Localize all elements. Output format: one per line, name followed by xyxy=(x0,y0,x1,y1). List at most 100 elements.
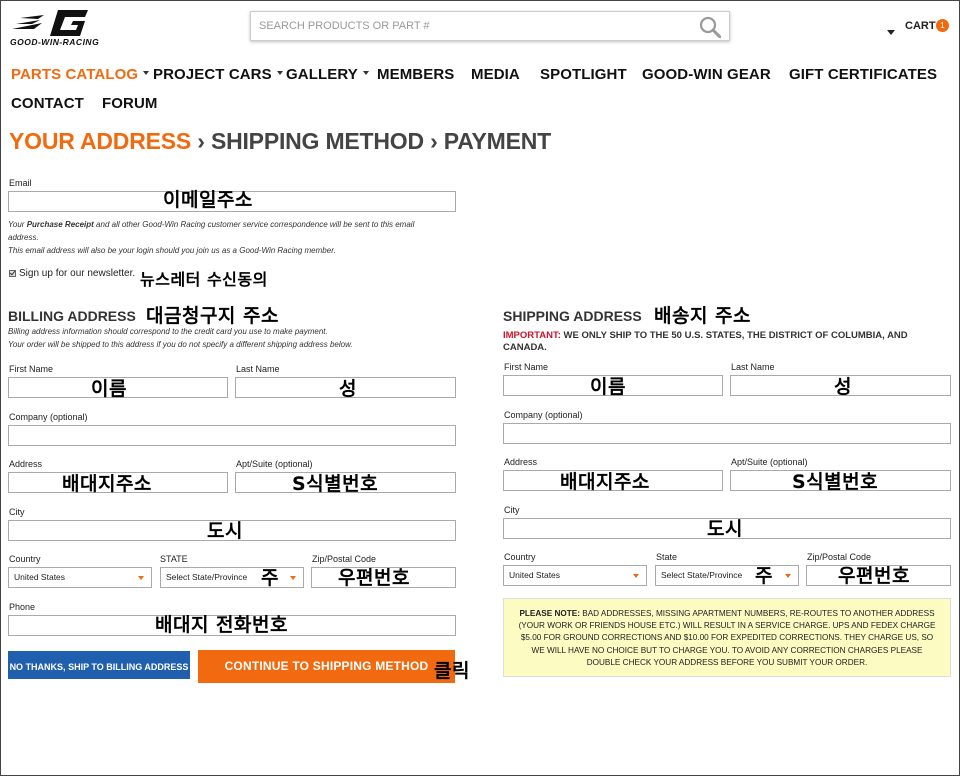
billing-first-name-annotation: 이름 xyxy=(91,378,127,400)
logo-g-icon xyxy=(12,10,88,36)
nav-label: GALLERY xyxy=(286,66,358,83)
breadcrumb-shipping-method: SHIPPING METHOD xyxy=(210,128,424,154)
select-value: Select State/Province xyxy=(166,572,248,582)
billing-address-title: BILLING ADDRESS xyxy=(8,308,136,324)
continue-annotation: 클릭 xyxy=(434,660,470,682)
search-icon[interactable] xyxy=(699,16,721,38)
shipping-company-field[interactable] xyxy=(503,423,951,444)
nav-parts-catalog[interactable]: PARTS CATALOG xyxy=(11,66,150,83)
shipping-state-select[interactable]: Select State/Province xyxy=(655,565,799,586)
logo-text: GOOD-WIN-RACING xyxy=(10,37,100,47)
shipping-important-note: IMPORTANT: WE ONLY SHIP TO THE 50 U.S. S… xyxy=(503,330,923,354)
nav-label: PARTS CATALOG xyxy=(11,66,139,83)
chevron-down-icon xyxy=(633,574,639,578)
nav-media[interactable]: MEDIA xyxy=(471,66,520,83)
billing-apt-label: Apt/Suite (optional) xyxy=(236,459,313,469)
search-input[interactable] xyxy=(251,12,681,40)
shipping-address-title: SHIPPING ADDRESS xyxy=(503,308,642,324)
important-label: IMPORTANT: xyxy=(503,330,561,341)
nav-project-cars[interactable]: PROJECT CARS xyxy=(153,66,283,83)
shipping-state-annotation: 주 xyxy=(755,565,773,587)
breadcrumb-your-address: YOUR ADDRESS xyxy=(9,128,192,154)
billing-state-select[interactable]: Select State/Province xyxy=(160,567,304,588)
billing-annotation: 대금청구지 주소 xyxy=(146,305,279,327)
billing-note-line2: Your order will be shipped to this addre… xyxy=(8,340,353,349)
nav-gift-certificates[interactable]: GIFT CERTIFICATES xyxy=(789,66,937,83)
cart-count-badge: 1 xyxy=(936,19,949,32)
breadcrumb-separator: › xyxy=(430,128,438,154)
billing-phone-annotation: 배대지 전화번호 xyxy=(155,614,288,636)
billing-phone-label: Phone xyxy=(9,602,36,612)
billing-address-annotation: 배대지주소 xyxy=(62,473,152,495)
shipping-address-annotation: 배대지주소 xyxy=(560,471,650,493)
billing-state-label: STATE xyxy=(160,554,188,564)
email-note-line2: address. xyxy=(8,233,39,242)
nav-members[interactable]: MEMBERS xyxy=(377,66,454,83)
important-text: WE ONLY SHIP TO THE 50 U.S. STATES, THE … xyxy=(503,330,908,353)
nav-forum[interactable]: FORUM xyxy=(102,95,158,112)
billing-city-annotation: 도시 xyxy=(207,520,243,542)
shipping-annotation: 배송지 주소 xyxy=(654,305,752,327)
email-label: Email xyxy=(9,178,32,188)
billing-company-label: Company (optional) xyxy=(9,412,88,422)
billing-country-select[interactable]: United States xyxy=(8,567,152,588)
nav-gallery[interactable]: GALLERY xyxy=(286,66,369,83)
shipping-city-label: City xyxy=(504,505,520,515)
billing-zip-annotation: 우편번호 xyxy=(338,567,410,589)
chevron-down-icon xyxy=(138,576,144,580)
nav-label: PROJECT CARS xyxy=(153,66,272,83)
breadcrumb-payment: PAYMENT xyxy=(443,128,552,154)
email-annotation: 이메일주소 xyxy=(163,189,253,211)
chevron-down-icon xyxy=(785,574,791,578)
account-dropdown-icon[interactable] xyxy=(887,30,895,35)
billing-last-name-label: Last Name xyxy=(236,364,280,374)
select-value: United States xyxy=(14,572,66,582)
site-logo[interactable]: GOOD-WIN-RACING xyxy=(10,6,120,47)
newsletter-checkbox[interactable] xyxy=(9,270,16,277)
billing-country-label: Country xyxy=(9,554,41,564)
note-text: Your xyxy=(8,220,27,229)
chevron-down-icon xyxy=(143,71,150,75)
address-correction-notice: PLEASE NOTE: BAD ADDRESSES, MISSING APAR… xyxy=(503,598,951,677)
billing-first-name-label: First Name xyxy=(9,364,54,374)
billing-address-label: Address xyxy=(9,459,43,469)
shipping-country-select[interactable]: United States xyxy=(503,565,647,586)
notice-bold: PLEASE NOTE: xyxy=(519,609,580,618)
chevron-down-icon xyxy=(362,71,369,75)
note-bold: Purchase Receipt xyxy=(26,220,94,229)
select-value: United States xyxy=(509,570,561,580)
ship-to-billing-button[interactable]: NO THANKS, SHIP TO BILLING ADDRESS xyxy=(8,651,190,679)
shipping-address-label: Address xyxy=(504,457,538,467)
breadcrumb-separator: › xyxy=(197,128,205,154)
billing-last-name-annotation: 성 xyxy=(339,378,357,400)
shipping-zip-annotation: 우편번호 xyxy=(838,565,910,587)
shipping-city-annotation: 도시 xyxy=(707,518,743,540)
shipping-first-name-label: First Name xyxy=(504,362,549,372)
shipping-apt-label: Apt/Suite (optional) xyxy=(731,457,808,467)
billing-note-line1: Billing address information should corre… xyxy=(8,327,328,336)
nav-spotlight[interactable]: SPOTLIGHT xyxy=(540,66,627,83)
continue-to-shipping-button[interactable]: CONTINUE TO SHIPPING METHOD xyxy=(198,650,455,683)
billing-apt-annotation: S식별번호 xyxy=(292,473,379,495)
shipping-apt-annotation: S식별번호 xyxy=(792,471,879,493)
nav-contact[interactable]: CONTACT xyxy=(11,95,84,112)
shipping-first-name-annotation: 이름 xyxy=(590,376,626,398)
cart-link[interactable]: CART xyxy=(905,20,936,32)
newsletter-annotation: 뉴스레터 수신동의 xyxy=(140,270,268,289)
billing-city-label: City xyxy=(9,507,25,517)
shipping-country-label: Country xyxy=(504,552,536,562)
chevron-down-icon xyxy=(276,71,283,75)
note-text: and all other Good-Win Racing customer s… xyxy=(93,220,415,229)
email-note-line1: Your Purchase Receipt and all other Good… xyxy=(8,220,414,229)
notice-text: BAD ADDRESSES, MISSING APARTMENT NUMBERS… xyxy=(518,609,936,667)
billing-company-field[interactable] xyxy=(8,425,456,446)
shipping-last-name-label: Last Name xyxy=(731,362,775,372)
newsletter-label: Sign up for our newsletter. xyxy=(19,268,136,279)
checkout-breadcrumb: YOUR ADDRESS › SHIPPING METHOD › PAYMENT xyxy=(9,128,551,155)
shipping-company-label: Company (optional) xyxy=(504,410,583,420)
nav-good-win-gear[interactable]: GOOD-WIN GEAR xyxy=(642,66,771,83)
chevron-down-icon xyxy=(290,576,296,580)
search-box[interactable] xyxy=(250,11,730,41)
shipping-state-label: State xyxy=(656,552,678,562)
email-note-line3: This email address will also be your log… xyxy=(8,246,336,255)
